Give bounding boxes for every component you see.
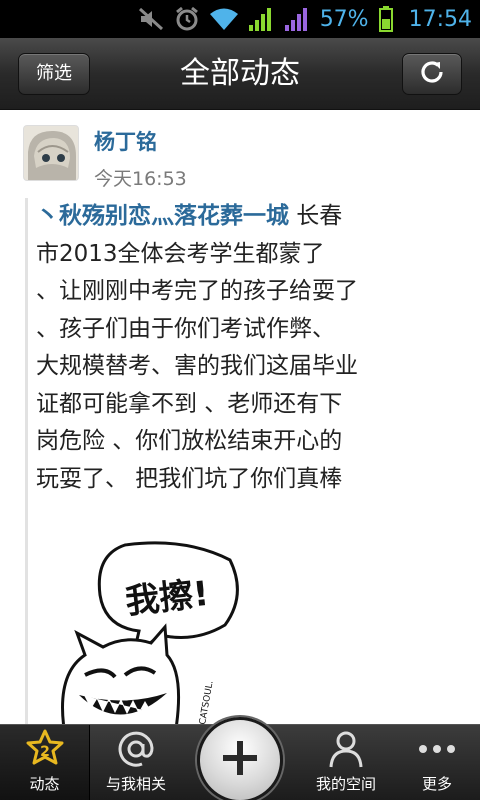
sticker-signature: CATSOUL. (198, 680, 216, 724)
alarm-icon (174, 6, 200, 31)
post-line: 、让刚刚中考完了的孩子给耍了 (36, 278, 358, 304)
post-line: 岗危险 、你们放松结束开心的 (36, 428, 343, 454)
clock: 17:54 (408, 6, 472, 32)
title-bar: 筛选 全部动态 (0, 38, 480, 110)
post-line: 市2013全体会考学生都蒙了 (36, 240, 325, 267)
post-line: 、孩子们由于你们考试作弊、 (36, 315, 335, 342)
activity-badge-count: 2 (40, 744, 50, 760)
post-author[interactable]: 杨丁铭 (94, 126, 157, 156)
refresh-button[interactable] (402, 53, 462, 95)
tab-activity-label: 动态 (29, 775, 60, 793)
person-icon (328, 725, 364, 773)
plus-icon (220, 738, 260, 782)
post-line: 大规模替考、害的我们这届毕业 (36, 353, 358, 379)
refresh-icon (417, 57, 447, 91)
status-bar: 57% 17:54 (0, 0, 480, 38)
feed-content[interactable]: 杨丁铭 今天16:53 丶秋殇别恋灬落花葬一城 长春 市2013全体会考学生都蒙… (0, 110, 480, 724)
tab-more[interactable]: 更多 (394, 725, 480, 800)
post-line: 丶秋殇别恋灬落花葬一城 长春 (36, 203, 343, 229)
avatar[interactable] (23, 125, 79, 181)
post-line: 玩耍了、 把我们坑了你们真棒 (36, 465, 343, 492)
tab-more-label: 更多 (421, 775, 452, 793)
battery-percent: 57% (319, 6, 369, 32)
quote-divider (25, 198, 28, 724)
post-body: 丶秋殇别恋灬落花葬一城 长春 市2013全体会考学生都蒙了 、让刚刚中考完了的孩… (36, 198, 456, 498)
mute-icon (138, 7, 164, 31)
more-icon (417, 725, 457, 773)
bottom-nav: 2 动态 与我相关 我的空间 更多 (0, 717, 480, 800)
tab-mentions-label: 与我相关 (105, 775, 166, 793)
tab-my-space-label: 我的空间 (315, 775, 376, 793)
sticker-image[interactable]: 我擦! CATSOUL. (55, 535, 245, 724)
at-icon (117, 725, 155, 773)
post-line: 证都可能拿不到 、老师还有下 (36, 390, 343, 417)
post-time: 今天16:53 (94, 168, 187, 190)
tab-mentions[interactable]: 与我相关 (90, 725, 182, 800)
battery-icon (378, 6, 393, 32)
add-post-button[interactable] (197, 717, 283, 800)
tab-activity[interactable]: 2 动态 (0, 725, 90, 800)
signal-purple-icon (284, 7, 310, 31)
post-mention[interactable]: 丶秋殇别恋灬落花葬一城 (36, 203, 289, 229)
activity-badge-icon: 2 (25, 725, 65, 773)
tab-my-space[interactable]: 我的空间 (298, 725, 394, 800)
signal-green-icon (248, 7, 274, 31)
wifi-icon (209, 7, 238, 31)
